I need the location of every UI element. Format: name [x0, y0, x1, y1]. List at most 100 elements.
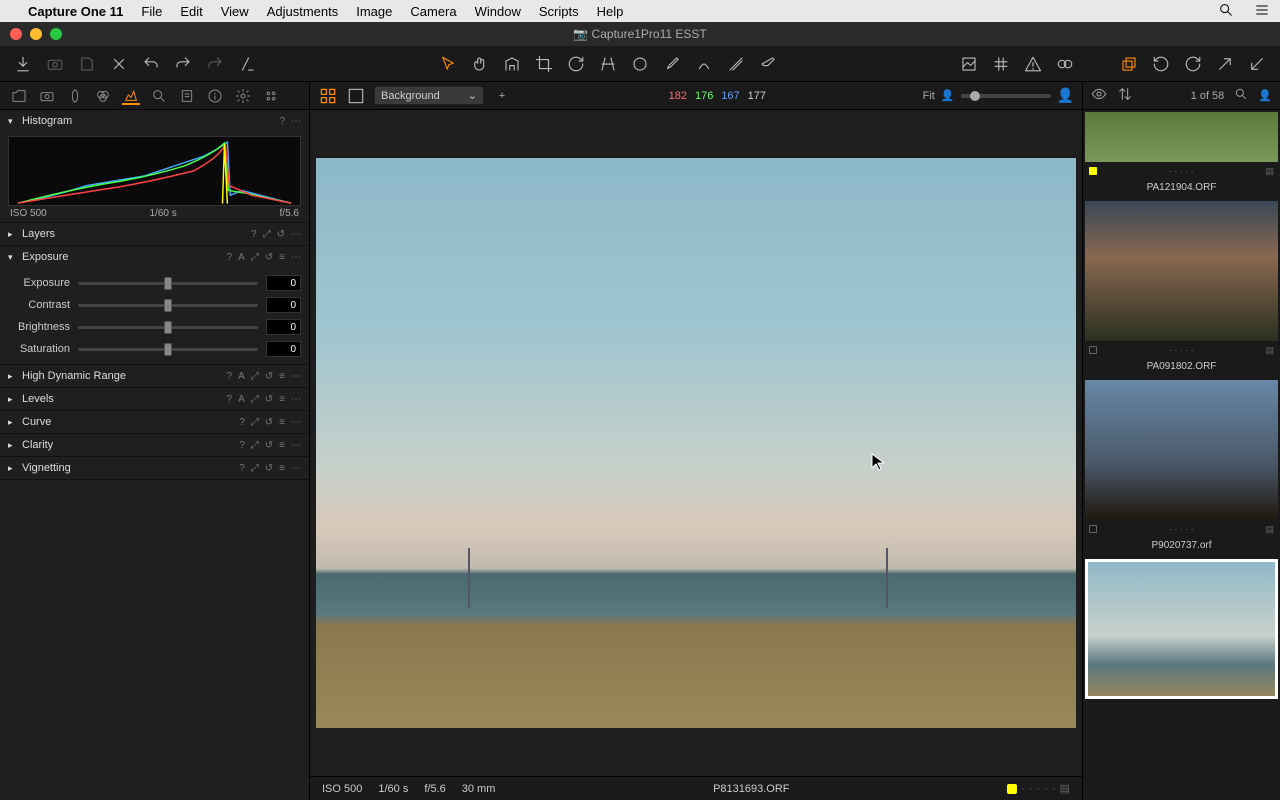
crop-tool-icon[interactable] [531, 51, 557, 77]
tab-capture-icon[interactable] [38, 87, 56, 105]
grid-icon[interactable] [988, 51, 1014, 77]
menu-help[interactable]: Help [597, 4, 624, 19]
person-icon[interactable]: 👤 [1057, 87, 1074, 104]
cursor-tool-icon[interactable] [435, 51, 461, 77]
search-icon[interactable] [1234, 87, 1248, 104]
import-icon[interactable] [10, 51, 36, 77]
menu-adjustments[interactable]: Adjustments [267, 4, 339, 19]
slider-value[interactable]: 0 [266, 341, 301, 357]
vignetting-header[interactable]: ▸Vignetting?⤢↺≡⋯ [0, 457, 309, 479]
rotate-left-icon[interactable] [1148, 51, 1174, 77]
app-name[interactable]: Capture One 11 [28, 4, 123, 19]
redo2-icon[interactable] [202, 51, 228, 77]
menu-image[interactable]: Image [356, 4, 392, 19]
add-layer-icon[interactable]: + [492, 87, 512, 105]
tab-library-icon[interactable] [10, 87, 28, 105]
variants-icon[interactable] [1116, 51, 1142, 77]
menu-icon[interactable]: ⋯ [291, 116, 301, 127]
exposure-slider[interactable]: Exposure 0 [0, 272, 309, 294]
menu-icon[interactable]: ⋯ [291, 229, 301, 240]
curve-header[interactable]: ▸Curve?⤢↺≡⋯ [0, 411, 309, 433]
help-icon[interactable]: ? [279, 116, 285, 127]
tab-lens-icon[interactable] [66, 87, 84, 105]
levels-header[interactable]: ▸Levels?A⤢↺≡⋯ [0, 388, 309, 410]
tab-color-icon[interactable] [94, 87, 112, 105]
hdr-header[interactable]: ▸High Dynamic Range?A⤢↺≡⋯ [0, 365, 309, 387]
zoom-slider[interactable] [961, 94, 1051, 98]
menu-file[interactable]: File [141, 4, 162, 19]
layers-header[interactable]: ▸ Layers ?⤢↺⋯ [0, 223, 309, 245]
spot-tool-icon[interactable] [627, 51, 653, 77]
thumbnail-item-selected[interactable] [1085, 559, 1278, 699]
proof-icon[interactable] [1052, 51, 1078, 77]
exposure-header[interactable]: ▾ Exposure ?A⤢↺≡⋯ [0, 246, 309, 268]
expand-icon[interactable]: ⤢ [263, 229, 271, 240]
contrast-slider[interactable]: Contrast 0 [0, 294, 309, 316]
color-tag-icon[interactable] [1089, 525, 1097, 533]
loupe-tool-icon[interactable] [499, 51, 525, 77]
sort-icon[interactable] [1117, 86, 1133, 105]
person-icon[interactable]: 👤 [1258, 89, 1272, 102]
color-tag-icon[interactable] [1089, 167, 1097, 175]
slider-value[interactable]: 0 [266, 297, 301, 313]
slider-value[interactable]: 0 [266, 319, 301, 335]
list-icon[interactable] [1254, 2, 1270, 21]
arrow-down-icon[interactable] [1244, 51, 1270, 77]
keystone-tool-icon[interactable] [595, 51, 621, 77]
histogram-header[interactable]: ▾ Histogram ?⋯ [0, 110, 309, 132]
grid-view-icon[interactable] [318, 87, 338, 105]
reject-icon[interactable] [106, 51, 132, 77]
preset-icon[interactable]: ≡ [279, 252, 285, 263]
close-button[interactable] [10, 28, 22, 40]
menu-scripts[interactable]: Scripts [539, 4, 579, 19]
brush-tool-icon[interactable] [659, 51, 685, 77]
reset-icon[interactable]: ↺ [265, 252, 273, 263]
capture-icon[interactable] [42, 51, 68, 77]
tab-search-icon[interactable] [150, 87, 168, 105]
rotate-right-icon[interactable] [1180, 51, 1206, 77]
gradient-tool-icon[interactable] [723, 51, 749, 77]
tab-adjustments-icon[interactable] [262, 87, 280, 105]
overlay-icon[interactable] [956, 51, 982, 77]
brightness-slider[interactable]: Brightness 0 [0, 316, 309, 338]
eye-icon[interactable] [1091, 86, 1107, 105]
thumbnail-item[interactable]: · · · · ·▤ P9020737.orf [1085, 380, 1278, 553]
fullscreen-button[interactable] [50, 28, 62, 40]
heal-tool-icon[interactable] [691, 51, 717, 77]
rotate-tool-icon[interactable] [563, 51, 589, 77]
auto-adjust-icon[interactable] [234, 51, 260, 77]
thumbnail-item[interactable]: · · · · ·▤ PA091802.ORF [1085, 201, 1278, 374]
help-icon[interactable]: ? [227, 252, 233, 263]
list-icon[interactable]: ▤ [1265, 524, 1274, 535]
tab-metadata-icon[interactable] [178, 87, 196, 105]
single-view-icon[interactable] [346, 87, 366, 105]
arrow-up-icon[interactable] [1212, 51, 1238, 77]
list-icon[interactable]: ▤ [1265, 345, 1274, 356]
reset-icon[interactable]: ↺ [277, 229, 285, 240]
auto-icon[interactable]: A [238, 252, 245, 263]
saturation-slider[interactable]: Saturation 0 [0, 338, 309, 360]
menu-view[interactable]: View [221, 4, 249, 19]
rating-bar[interactable]: ····· ▤ [1007, 782, 1070, 795]
menu-icon[interactable]: ⋯ [291, 252, 301, 263]
list-icon[interactable]: ▤ [1265, 166, 1274, 177]
tab-exposure-icon[interactable] [122, 87, 140, 105]
expand-icon[interactable]: ⤢ [251, 252, 259, 263]
color-tag-icon[interactable] [1089, 346, 1097, 354]
export-icon[interactable] [74, 51, 100, 77]
menu-camera[interactable]: Camera [410, 4, 456, 19]
menu-window[interactable]: Window [475, 4, 521, 19]
pan-tool-icon[interactable] [467, 51, 493, 77]
eraser-tool-icon[interactable] [755, 51, 781, 77]
tab-info-icon[interactable] [206, 87, 224, 105]
minimize-button[interactable] [30, 28, 42, 40]
search-icon[interactable] [1218, 2, 1234, 21]
color-tag-icon[interactable] [1007, 784, 1017, 794]
image-viewer[interactable] [310, 110, 1082, 776]
thumbnail-item[interactable]: · · · · ·▤ PA121904.ORF [1085, 112, 1278, 195]
redo-icon[interactable] [170, 51, 196, 77]
list-icon[interactable]: ▤ [1060, 782, 1070, 795]
help-icon[interactable]: ? [251, 229, 257, 240]
menu-edit[interactable]: Edit [180, 4, 202, 19]
clarity-header[interactable]: ▸Clarity?⤢↺≡⋯ [0, 434, 309, 456]
